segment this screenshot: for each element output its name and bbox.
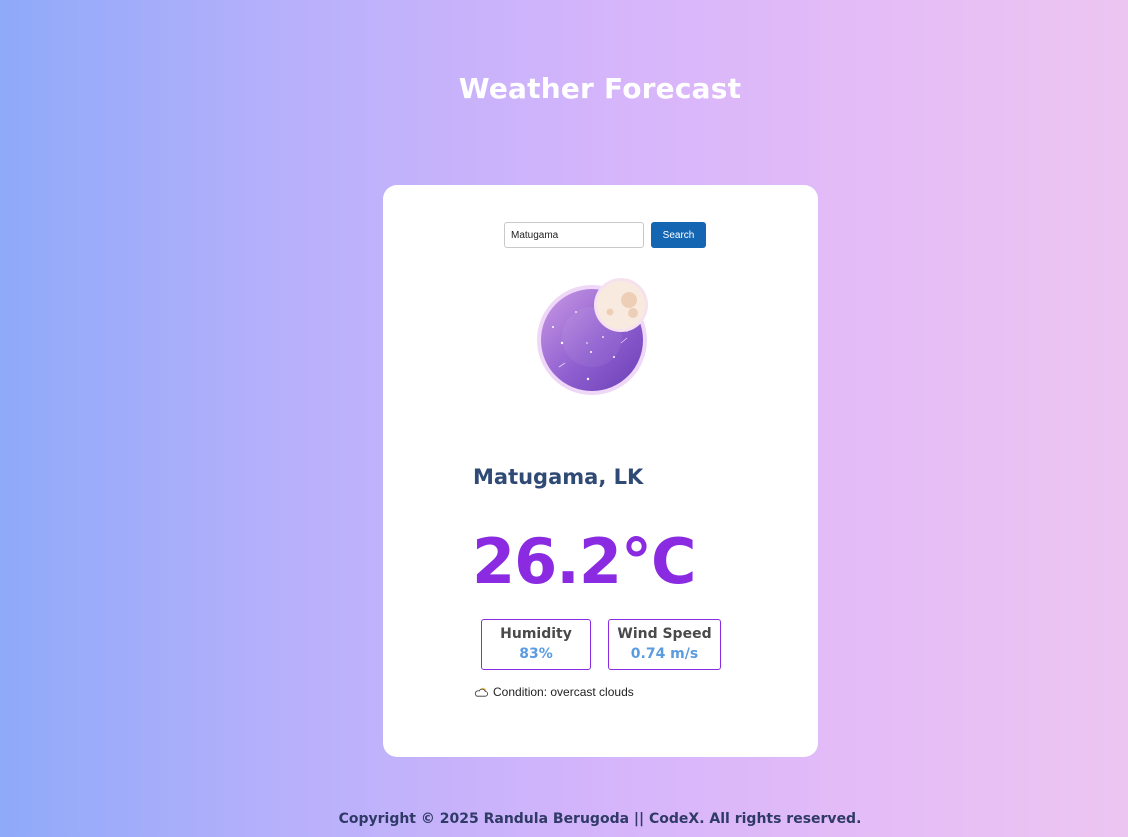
humidity-card: Humidity 83% <box>481 619 591 670</box>
condition-row: Condition: overcast clouds <box>474 685 634 699</box>
weather-card: Search Matugama, LK 26.2°C Hum <box>383 185 818 757</box>
night-moon-icon <box>537 278 648 395</box>
footer-copyright: Copyright © 2025 Randula Berugoda || Cod… <box>338 811 862 827</box>
wind-speed-card: Wind Speed 0.74 m/s <box>608 619 721 670</box>
wind-speed-label: Wind Speed <box>617 626 712 642</box>
city-search-input[interactable] <box>504 222 644 248</box>
temperature-value: 26.2°C <box>472 525 696 598</box>
wind-speed-value: 0.74 m/s <box>630 646 699 662</box>
search-bar: Search <box>504 222 706 248</box>
condition-text: Condition: overcast clouds <box>493 685 634 699</box>
search-button[interactable]: Search <box>651 222 706 248</box>
cloud-sun-icon <box>474 687 488 697</box>
page-title: Weather Forecast <box>458 72 742 105</box>
location-name: Matugama, LK <box>473 465 644 489</box>
humidity-value: 83% <box>519 646 553 662</box>
humidity-label: Humidity <box>500 626 572 642</box>
